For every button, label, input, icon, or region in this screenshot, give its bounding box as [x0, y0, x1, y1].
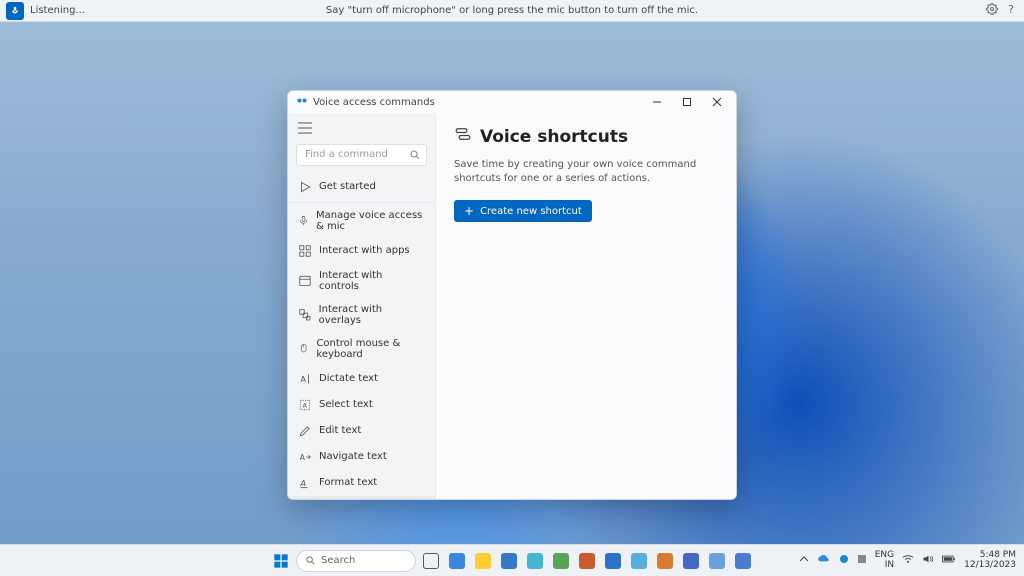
search-icon — [409, 146, 421, 165]
language-indicator[interactable]: ENG IN — [875, 551, 894, 571]
get-started-icon — [298, 180, 312, 194]
nav-item-label: Dictate text — [319, 373, 378, 384]
nav-item-mouse-keyboard[interactable]: Control mouse & keyboard — [288, 332, 435, 366]
pinned-app-11[interactable] — [706, 550, 728, 572]
pinned-app-8[interactable] — [628, 550, 650, 572]
interact-controls-icon — [298, 274, 312, 288]
interact-apps-icon — [298, 244, 312, 258]
voice-access-bar: Listening... Say "turn off microphone" o… — [0, 0, 1024, 22]
system-tray[interactable]: ENG IN 5:48 PM 12/13/2023 — [799, 551, 1024, 571]
clock[interactable]: 5:48 PM 12/13/2023 — [964, 551, 1016, 571]
create-new-shortcut-button[interactable]: + Create new shortcut — [454, 200, 592, 222]
nav-item-voice-shortcuts[interactable]: Voice shortcuts — [288, 496, 435, 500]
pinned-app-3[interactable] — [498, 550, 520, 572]
nav-item-dictate[interactable]: A Dictate text — [288, 366, 435, 392]
edit-text-icon — [298, 424, 312, 438]
pinned-app-9[interactable] — [654, 550, 676, 572]
svg-text:A: A — [299, 477, 306, 487]
hamburger-button[interactable] — [288, 113, 435, 142]
task-view-button[interactable] — [420, 550, 442, 572]
battery-icon[interactable] — [942, 555, 956, 566]
pinned-app-4[interactable] — [524, 550, 546, 572]
nav-item-label: Format text — [319, 477, 377, 488]
nav-list: Get started Manage voice access & mic Inte… — [288, 172, 435, 500]
onedrive-icon[interactable] — [817, 554, 831, 567]
manage-icon — [298, 214, 309, 228]
taskbar: Search ENG IN — [0, 544, 1024, 576]
nav-item-select-text[interactable]: A Select text — [288, 392, 435, 418]
pinned-app-5[interactable] — [550, 550, 572, 572]
mouse-keyboard-icon — [298, 342, 309, 356]
pinned-app-12[interactable] — [732, 550, 754, 572]
taskbar-search-placeholder: Search — [321, 555, 355, 566]
plus-icon: + — [464, 205, 474, 217]
tray-app-icon-2[interactable] — [857, 554, 867, 567]
nav-item-label: Manage voice access & mic — [316, 210, 425, 232]
help-icon[interactable]: ? — [1008, 3, 1014, 18]
nav-item-edit-text[interactable]: Edit text — [288, 418, 435, 444]
mic-icon — [10, 6, 20, 16]
nav-item-label: Select text — [319, 399, 373, 410]
nav-item-label: Interact with overlays — [319, 304, 425, 326]
maximize-button[interactable] — [672, 91, 702, 113]
page-heading-text: Voice shortcuts — [480, 127, 628, 147]
minimize-button[interactable] — [642, 91, 672, 113]
pinned-app-2[interactable] — [472, 550, 494, 572]
nav-item-label: Interact with controls — [319, 270, 425, 292]
pinned-app-10[interactable] — [680, 550, 702, 572]
sidebar: Get started Manage voice access & mic Inte… — [288, 113, 436, 499]
svg-text:A: A — [300, 373, 306, 383]
nav-item-get-started[interactable]: Get started — [288, 174, 435, 200]
desktop: Listening... Say "turn off microphone" o… — [0, 0, 1024, 576]
page-heading: Voice shortcuts — [454, 125, 718, 148]
interact-overlays-icon — [298, 308, 312, 322]
voice-status: Listening... — [30, 5, 85, 16]
start-button[interactable] — [270, 550, 292, 572]
nav-item-label: Control mouse & keyboard — [316, 338, 425, 360]
pinned-app-7[interactable] — [602, 550, 624, 572]
pinned-app-1[interactable] — [446, 550, 468, 572]
chevron-up-icon[interactable] — [799, 554, 809, 567]
close-button[interactable] — [702, 91, 732, 113]
search-icon — [305, 555, 316, 566]
voice-access-commands-window: Voice access commands Get started Manage … — [287, 90, 737, 500]
search-input[interactable] — [296, 144, 427, 166]
navigate-text-icon: A — [298, 450, 312, 464]
window-title: Voice access commands — [313, 97, 435, 108]
format-text-icon: A — [298, 476, 312, 490]
pinned-app-6[interactable] — [576, 550, 598, 572]
voice-hint: Say "turn off microphone" or long press … — [326, 5, 698, 16]
tray-app-icon[interactable] — [839, 554, 849, 567]
nav-item-label: Get started — [319, 181, 376, 192]
select-text-icon: A — [298, 398, 312, 412]
dictate-icon: A — [298, 372, 312, 386]
nav-item-navigate-text[interactable]: A Navigate text — [288, 444, 435, 470]
nav-item-interact-overlays[interactable]: Interact with overlays — [288, 298, 435, 332]
gear-icon[interactable] — [986, 3, 998, 18]
wifi-icon[interactable] — [902, 554, 914, 567]
primary-button-label: Create new shortcut — [480, 206, 582, 217]
nav-item-interact-apps[interactable]: Interact with apps — [288, 238, 435, 264]
nav-item-label: Navigate text — [319, 451, 387, 462]
taskbar-search[interactable]: Search — [296, 550, 416, 572]
svg-text:A: A — [303, 401, 308, 409]
nav-item-label: Interact with apps — [319, 245, 410, 256]
titlebar[interactable]: Voice access commands — [288, 91, 736, 113]
shortcuts-icon — [454, 125, 472, 148]
nav-item-interact-controls[interactable]: Interact with controls — [288, 264, 435, 298]
mic-toggle-button[interactable] — [6, 2, 24, 20]
volume-icon[interactable] — [922, 554, 934, 567]
nav-item-format-text[interactable]: A Format text — [288, 470, 435, 496]
nav-item-manage[interactable]: Manage voice access & mic — [288, 202, 435, 238]
svg-text:A: A — [300, 452, 306, 461]
nav-item-label: Edit text — [319, 425, 361, 436]
content-pane: Voice shortcuts Save time by creating yo… — [436, 113, 736, 499]
windows-icon — [273, 553, 289, 569]
page-description: Save time by creating your own voice com… — [454, 158, 714, 186]
app-icon — [296, 96, 308, 108]
